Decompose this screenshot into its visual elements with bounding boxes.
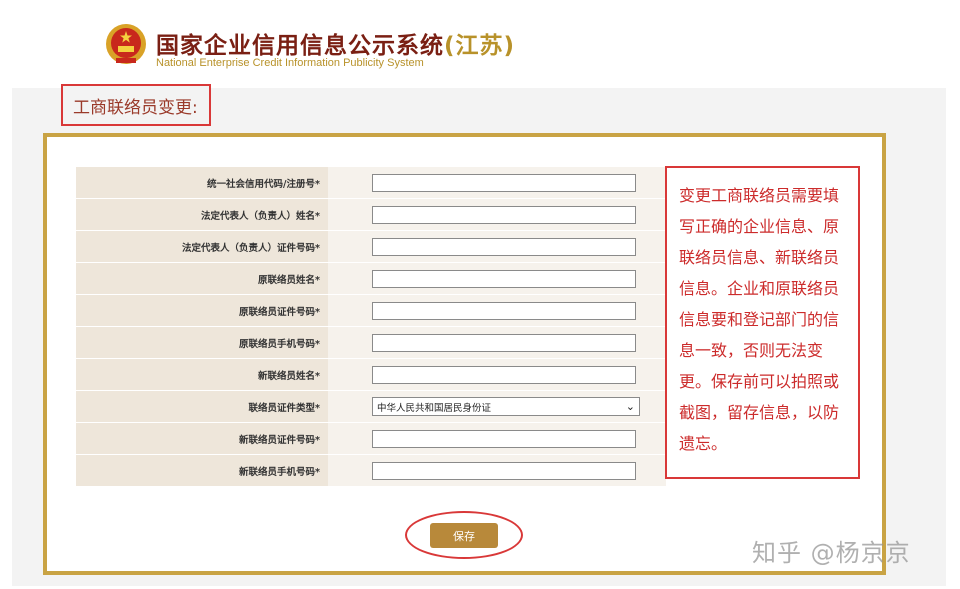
form-row-label: 新联络员姓名* <box>76 359 328 390</box>
national-emblem-icon <box>106 24 146 64</box>
site-subtitle: National Enterprise Credit Information P… <box>156 57 424 69</box>
form-row-label: 原联络员证件号码* <box>76 295 328 326</box>
form-row-field <box>328 263 666 294</box>
form-row-label: 联络员证件类型* <box>76 391 328 422</box>
form-row-field: 中华人民共和国居民身份证 ⌄ <box>328 391 666 422</box>
form-row-field <box>328 455 666 486</box>
form-row-label: 统一社会信用代码/注册号* <box>76 167 328 198</box>
form-text-input[interactable] <box>372 269 636 288</box>
site-header: 国家企业信用信息公示系统(江苏) National Enterprise Cre… <box>0 0 960 86</box>
site-title-main: 国家企业信用信息公示系统 <box>156 33 444 59</box>
form-table: 统一社会信用代码/注册号* 法定代表人（负责人）姓名* 法定代表人（负责人）证件号码… <box>76 167 666 487</box>
form-row: 法定代表人（负责人）证件号码* <box>76 231 666 263</box>
watermark: 知乎 @杨京京 <box>752 539 911 567</box>
chevron-down-icon: ⌄ <box>625 400 635 413</box>
section-title: 工商联络员变更: <box>61 84 211 126</box>
form-row: 原联络员证件号码* <box>76 295 666 327</box>
form-row-field <box>328 327 666 358</box>
form-row-field <box>328 423 666 454</box>
id-type-select[interactable]: 中华人民共和国居民身份证 ⌄ <box>372 397 640 416</box>
form-row-field <box>328 359 666 390</box>
form-text-input[interactable] <box>372 205 636 224</box>
site-title-province: (江苏) <box>444 33 516 59</box>
form-text-input[interactable] <box>372 173 636 192</box>
save-button[interactable]: 保存 <box>430 523 498 548</box>
form-text-input[interactable] <box>372 237 636 256</box>
form-row-label: 原联络员手机号码* <box>76 327 328 358</box>
annotation-note: 变更工商联络员需要填写正确的企业信息、原联络员信息、新联络员信息。企业和原联络员… <box>665 166 860 479</box>
form-row-label: 新联络员手机号码* <box>76 455 328 486</box>
form-row: 原联络员姓名* <box>76 263 666 295</box>
form-row-field <box>328 295 666 326</box>
form-row-label: 法定代表人（负责人）姓名* <box>76 199 328 230</box>
form-text-input[interactable] <box>372 461 636 480</box>
form-text-input[interactable] <box>372 301 636 320</box>
form-row: 原联络员手机号码* <box>76 327 666 359</box>
form-text-input[interactable] <box>372 429 636 448</box>
site-title: 国家企业信用信息公示系统(江苏) <box>156 26 515 60</box>
form-row-label: 原联络员姓名* <box>76 263 328 294</box>
form-row: 新联络员证件号码* <box>76 423 666 455</box>
form-row-label: 新联络员证件号码* <box>76 423 328 454</box>
form-text-input[interactable] <box>372 365 636 384</box>
form-row-label: 法定代表人（负责人）证件号码* <box>76 231 328 262</box>
form-row: 法定代表人（负责人）姓名* <box>76 199 666 231</box>
form-row-field <box>328 199 666 230</box>
form-row-field <box>328 231 666 262</box>
form-row: 统一社会信用代码/注册号* <box>76 167 666 199</box>
id-type-select-value: 中华人民共和国居民身份证 <box>377 402 492 414</box>
form-row: 新联络员手机号码* <box>76 455 666 487</box>
form-text-input[interactable] <box>372 333 636 352</box>
form-row-field <box>328 167 666 198</box>
form-row: 联络员证件类型* 中华人民共和国居民身份证 ⌄ <box>76 391 666 423</box>
form-row: 新联络员姓名* <box>76 359 666 391</box>
